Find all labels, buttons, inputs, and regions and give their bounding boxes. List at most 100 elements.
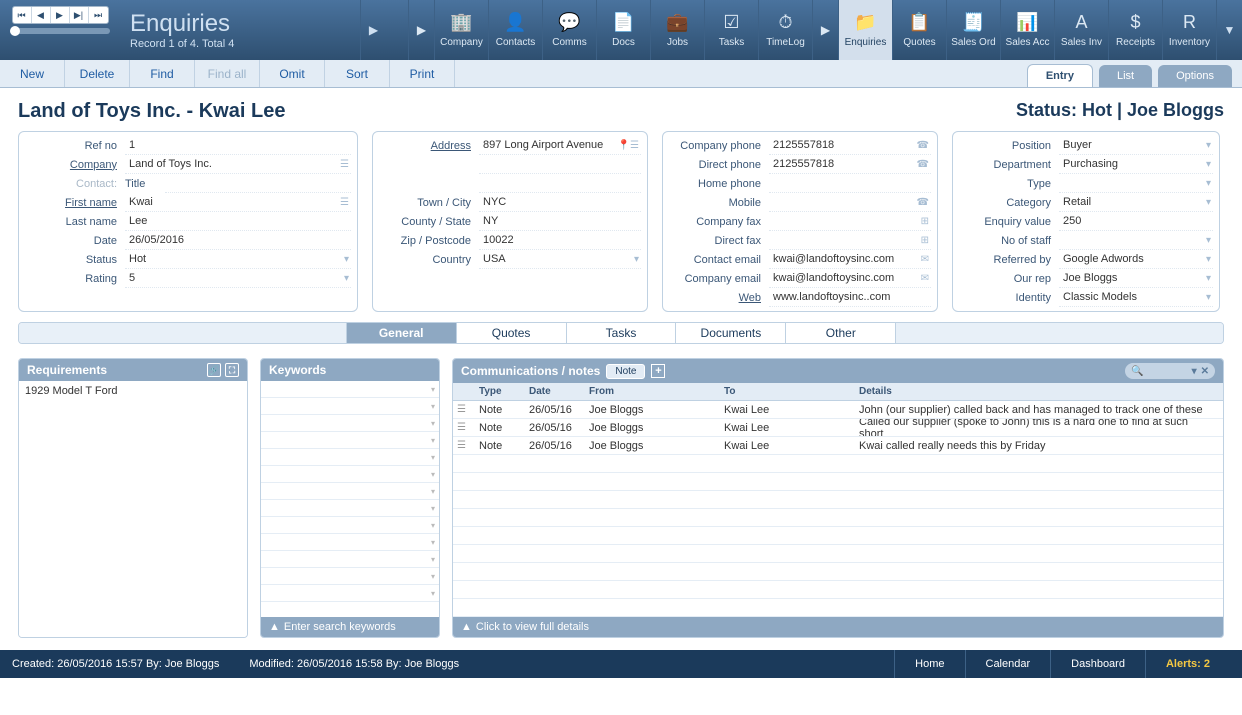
- col-type[interactable]: Type: [475, 383, 525, 400]
- note-pill[interactable]: Note: [606, 364, 645, 379]
- field-zip[interactable]: 10022: [479, 231, 641, 250]
- keyword-row[interactable]: ▾: [261, 534, 439, 551]
- print-button[interactable]: Print: [390, 60, 455, 87]
- field-status[interactable]: Hot▾: [125, 250, 351, 269]
- label-web[interactable]: Web: [669, 292, 769, 304]
- fax-icon[interactable]: ⊞: [921, 216, 929, 227]
- field-identity[interactable]: Classic Models▾: [1059, 288, 1213, 307]
- chevron-down-icon[interactable]: ▾: [1206, 178, 1211, 189]
- chevron-down-icon[interactable]: ▾: [634, 254, 639, 265]
- keyword-row[interactable]: ▾: [261, 585, 439, 602]
- keyword-row[interactable]: ▾: [261, 398, 439, 415]
- field-category[interactable]: Retail▾: [1059, 193, 1213, 212]
- chevron-down-icon[interactable]: ▾: [1206, 254, 1211, 265]
- field-value[interactable]: 250: [1059, 212, 1213, 231]
- keyword-row[interactable]: ▾: [261, 483, 439, 500]
- field-coemail[interactable]: kwai@landoftoysinc.com✉: [769, 269, 931, 288]
- nav-inventory[interactable]: RInventory: [1162, 0, 1216, 60]
- clear-icon[interactable]: ✕: [1201, 366, 1209, 377]
- phone-icon[interactable]: ☎: [917, 140, 929, 151]
- attach-icon[interactable]: 🔗: [207, 363, 221, 377]
- keywords-footer[interactable]: ▲ Enter search keywords: [261, 617, 439, 637]
- field-county[interactable]: NY: [479, 212, 641, 231]
- field-title[interactable]: [165, 174, 351, 193]
- field-hphone[interactable]: [769, 174, 931, 193]
- omit-button[interactable]: Omit: [260, 60, 325, 87]
- delete-button[interactable]: Delete: [65, 60, 130, 87]
- mail-icon[interactable]: ✉: [921, 254, 929, 265]
- field-position[interactable]: Buyer▾: [1059, 136, 1213, 155]
- field-dfax[interactable]: ⊞: [769, 231, 931, 250]
- comm-row[interactable]: ☰Note26/05/16Joe BloggsKwai LeeKwai call…: [453, 437, 1223, 455]
- alerts-button[interactable]: Alerts: 2: [1145, 650, 1230, 678]
- chevron-down-icon[interactable]: ▾: [1206, 235, 1211, 246]
- field-refno[interactable]: 1: [125, 136, 351, 155]
- col-date[interactable]: Date: [525, 383, 585, 400]
- field-rating[interactable]: 5▾: [125, 269, 351, 288]
- chevron-down-icon[interactable]: ▾: [1206, 159, 1211, 170]
- comm-search[interactable]: 🔍 ▾ ✕: [1125, 363, 1215, 379]
- phone-icon[interactable]: ☎: [917, 197, 929, 208]
- section-tab-other[interactable]: Other: [786, 323, 896, 343]
- chevron-down-icon[interactable]: ▾: [1206, 140, 1211, 151]
- find-all-button[interactable]: Find all: [195, 60, 260, 87]
- keyword-row[interactable]: ▾: [261, 466, 439, 483]
- dashboard-button[interactable]: Dashboard: [1050, 650, 1145, 678]
- tab-list[interactable]: List: [1099, 65, 1152, 87]
- home-button[interactable]: Home: [894, 650, 964, 678]
- keyword-row[interactable]: ▾: [261, 517, 439, 534]
- field-referred[interactable]: Google Adwords▾: [1059, 250, 1213, 269]
- last-next-record-button[interactable]: ▶|: [70, 7, 89, 23]
- chevron-down-icon[interactable]: ▾: [1206, 292, 1211, 303]
- tab-options[interactable]: Options: [1158, 65, 1232, 87]
- col-from[interactable]: From: [585, 383, 720, 400]
- nav-contacts[interactable]: 👤Contacts: [488, 0, 542, 60]
- nav-collapse-right[interactable]: ▼: [1216, 0, 1242, 60]
- keyword-row[interactable]: ▾: [261, 415, 439, 432]
- mail-icon[interactable]: ✉: [921, 273, 929, 284]
- last-record-button[interactable]: ⏭: [89, 7, 108, 23]
- list-icon[interactable]: ☰: [340, 159, 349, 170]
- field-firstname[interactable]: Kwai☰: [125, 193, 351, 212]
- nav-sales[interactable]: ▶: [812, 0, 838, 60]
- field-lastname[interactable]: Lee: [125, 212, 351, 231]
- nav-sales-inv[interactable]: ASales Inv: [1054, 0, 1108, 60]
- find-button[interactable]: Find: [130, 60, 195, 87]
- nav-quotes[interactable]: 📋Quotes: [892, 0, 946, 60]
- col-to[interactable]: To: [720, 383, 855, 400]
- chevron-down-icon[interactable]: ▾: [344, 273, 349, 284]
- fax-icon[interactable]: ⊞: [921, 235, 929, 246]
- field-cfax[interactable]: ⊞: [769, 212, 931, 231]
- nav-receipts[interactable]: $Receipts: [1108, 0, 1162, 60]
- keyword-row[interactable]: ▾: [261, 568, 439, 585]
- nav-enquiries[interactable]: 📁Enquiries: [838, 0, 892, 60]
- field-dept[interactable]: Purchasing▾: [1059, 155, 1213, 174]
- label-firstname[interactable]: First name: [25, 197, 125, 209]
- keyword-row[interactable]: ▾: [261, 381, 439, 398]
- field-date[interactable]: 26/05/2016: [125, 231, 351, 250]
- pin-icon[interactable]: 📍☰: [618, 140, 639, 151]
- nav-collapse-left[interactable]: ▶: [360, 0, 386, 60]
- nav-timelog[interactable]: ⏱TimeLog: [758, 0, 812, 60]
- nav-docs[interactable]: 📄Docs: [596, 0, 650, 60]
- nav-jobs[interactable]: 💼Jobs: [650, 0, 704, 60]
- nav-sales-ord[interactable]: 🧾Sales Ord: [946, 0, 1000, 60]
- sort-button[interactable]: Sort: [325, 60, 390, 87]
- comm-row[interactable]: ☰Note26/05/16Joe BloggsKwai LeeJohn (our…: [453, 401, 1223, 419]
- field-address[interactable]: 897 Long Airport Avenue📍☰: [479, 136, 641, 155]
- comm-footer[interactable]: ▲ Click to view full details: [453, 617, 1223, 637]
- tab-entry[interactable]: Entry: [1027, 64, 1093, 87]
- label-company[interactable]: Company: [25, 159, 125, 171]
- comm-row[interactable]: ☰Note26/05/16Joe BloggsKwai LeeCalled ou…: [453, 419, 1223, 437]
- chevron-down-icon[interactable]: ▾: [344, 254, 349, 265]
- field-cphone[interactable]: 2125557818☎: [769, 136, 931, 155]
- chevron-down-icon[interactable]: ▾: [1206, 197, 1211, 208]
- prev-record-button[interactable]: ◀: [32, 7, 51, 23]
- field-dphone[interactable]: 2125557818☎: [769, 155, 931, 174]
- nav-sales-acc[interactable]: 📊Sales Acc: [1000, 0, 1054, 60]
- next-record-button[interactable]: ▶: [51, 7, 70, 23]
- keyword-row[interactable]: ▾: [261, 551, 439, 568]
- record-slider[interactable]: [10, 28, 110, 34]
- field-rep[interactable]: Joe Bloggs▾: [1059, 269, 1213, 288]
- field-address3[interactable]: [479, 174, 641, 193]
